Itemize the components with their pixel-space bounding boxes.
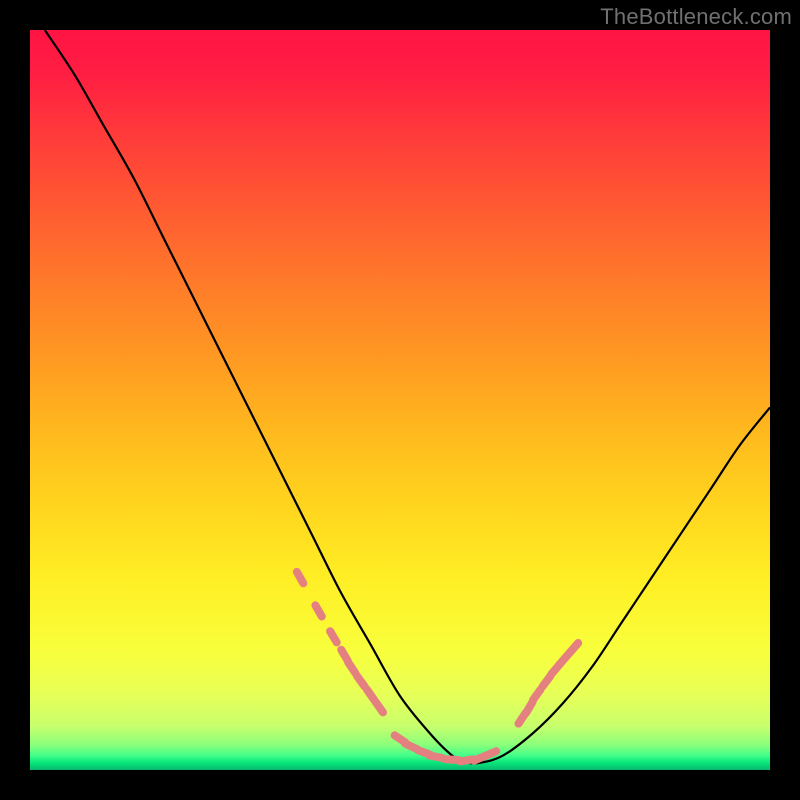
chart-svg <box>30 30 770 770</box>
watermark-text: TheBottleneck.com <box>600 4 792 30</box>
highlight-marker <box>357 676 365 687</box>
highlight-marker <box>297 572 303 583</box>
highlight-marker <box>484 751 496 756</box>
chart-frame: TheBottleneck.com <box>0 0 800 800</box>
highlight-marker <box>315 605 321 616</box>
highlight-marker <box>429 756 442 758</box>
highlight-marker <box>348 663 355 674</box>
plot-area <box>30 30 770 770</box>
highlight-marker <box>533 689 541 700</box>
bottleneck-curve-path <box>45 30 770 764</box>
highlight-marker <box>570 643 579 653</box>
highlight-marker <box>330 631 337 642</box>
highlight-marker <box>445 759 458 760</box>
highlight-marker <box>367 689 374 700</box>
highlight-markers <box>297 572 578 762</box>
highlight-marker <box>376 702 384 713</box>
